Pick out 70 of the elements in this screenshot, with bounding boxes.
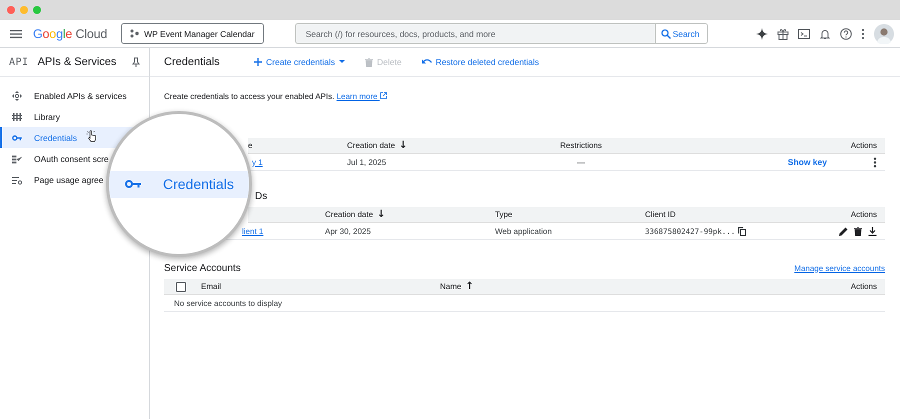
terminal-icon[interactable] [798, 28, 810, 40]
edit-icon[interactable] [839, 226, 848, 236]
sidebar-item[interactable]: Library [0, 106, 60, 127]
intro-text: Create credentials to access your enabled APIs. [164, 92, 334, 101]
move-icon [12, 90, 22, 100]
search-button[interactable]: Search [654, 23, 708, 44]
column-header[interactable]: Name ↑ [440, 281, 474, 292]
column-header[interactable]: Client ID [645, 210, 676, 219]
bell-icon[interactable] [819, 28, 831, 40]
menu-item[interactable]: Credentials [109, 170, 249, 198]
hand-cursor-icon [86, 130, 98, 142]
pin-icon[interactable] [132, 57, 140, 67]
column-header[interactable]: Creation date ↓ [325, 209, 386, 220]
list-check-icon [12, 154, 22, 164]
gift-icon[interactable] [777, 28, 789, 40]
search-icon [660, 28, 671, 38]
empty-message: No service accounts to display [174, 298, 282, 308]
column-header[interactable]: e [248, 141, 252, 150]
restrictions-text: — [577, 158, 585, 166]
type-text: Web application [495, 226, 552, 236]
checkbox[interactable] [176, 282, 186, 292]
column-header[interactable]: Actions [850, 210, 877, 219]
menu-icon[interactable] [10, 28, 22, 38]
search-field[interactable]: Search (/) for resources, docs, products, and more [294, 23, 655, 44]
undo-icon [422, 58, 432, 66]
column-header[interactable]: Type [495, 210, 512, 219]
restore-button[interactable]: Restore deleted credentials [422, 57, 540, 67]
more-icon[interactable] [873, 156, 877, 168]
dropdown-caret-icon [338, 60, 345, 64]
date-text: Apr 30, 2025 [325, 226, 371, 236]
settings-list-icon [12, 174, 22, 184]
key-icon [125, 179, 141, 189]
date-text: Jul 1, 2025 [347, 158, 386, 166]
create-credentials-button[interactable]: Create credentials [254, 57, 345, 67]
api-key-link[interactable]: y 1 [252, 158, 263, 166]
sort-arrow-icon[interactable]: ↓ [377, 209, 386, 220]
page-title: Credentials [164, 56, 221, 68]
help-icon[interactable] [840, 28, 852, 40]
sort-arrow-icon[interactable]: ↓ [399, 140, 408, 151]
show-key-link[interactable]: Show key [788, 157, 827, 167]
nodes-icon [130, 29, 140, 38]
section-title: Ds [254, 190, 268, 204]
trash-icon [364, 58, 373, 66]
more-icon[interactable] [861, 28, 865, 40]
sidebar-item[interactable]: OAuth consent scre [0, 148, 109, 169]
plus-icon [254, 58, 262, 66]
sparkle-icon[interactable] [756, 28, 768, 40]
copy-icon[interactable] [738, 226, 746, 236]
sort-arrow-icon[interactable]: ↑ [465, 281, 474, 292]
google-cloud-logo[interactable]: Google Cloud [33, 26, 108, 40]
sidebar-title: APIs & Services [38, 56, 116, 68]
trash-icon[interactable] [854, 226, 862, 236]
avatar-icon[interactable] [874, 24, 894, 44]
column-header[interactable]: Creation date ↓ [347, 140, 408, 151]
sidebar-item[interactable]: Page usage agree [0, 169, 104, 190]
project-picker[interactable]: WP Event Manager Calendar [121, 23, 264, 44]
grid-icon [12, 112, 22, 122]
key-icon [12, 132, 22, 142]
external-link-icon [380, 92, 387, 99]
sidebar-item[interactable]: Enabled APIs & services [0, 85, 127, 106]
column-header[interactable]: Actions [850, 282, 877, 291]
client-link[interactable]: lient 1 [242, 226, 264, 236]
column-header[interactable]: Actions [850, 141, 877, 150]
download-icon[interactable] [868, 226, 877, 236]
column-header[interactable]: Restrictions [560, 141, 602, 150]
manage-service-accounts-link[interactable]: Manage service accounts [794, 264, 885, 272]
section-title: Service Accounts [164, 262, 241, 274]
learn-more-link[interactable]: Learn more [336, 92, 387, 101]
column-header[interactable]: Email [201, 282, 222, 291]
api-icon: API [9, 56, 29, 68]
